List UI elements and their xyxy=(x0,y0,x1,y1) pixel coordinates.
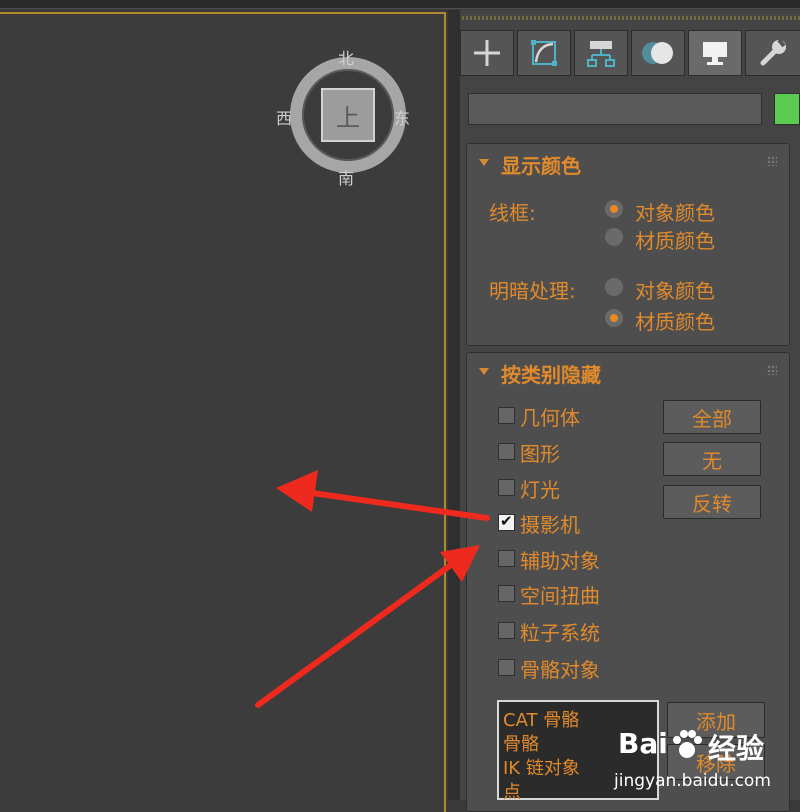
paw-icon xyxy=(673,730,702,758)
watermark-brand: Bai xyxy=(618,727,668,760)
watermark-url: jingyan.baidu.com xyxy=(614,771,771,791)
baidu-watermark: Bai 经验 jingyan.baidu.com xyxy=(612,725,800,800)
arrow-left-icon xyxy=(276,470,490,521)
annotation-arrows xyxy=(255,470,490,708)
arrow-up-right-icon xyxy=(255,545,480,708)
watermark-brand-cn: 经验 xyxy=(708,732,765,765)
